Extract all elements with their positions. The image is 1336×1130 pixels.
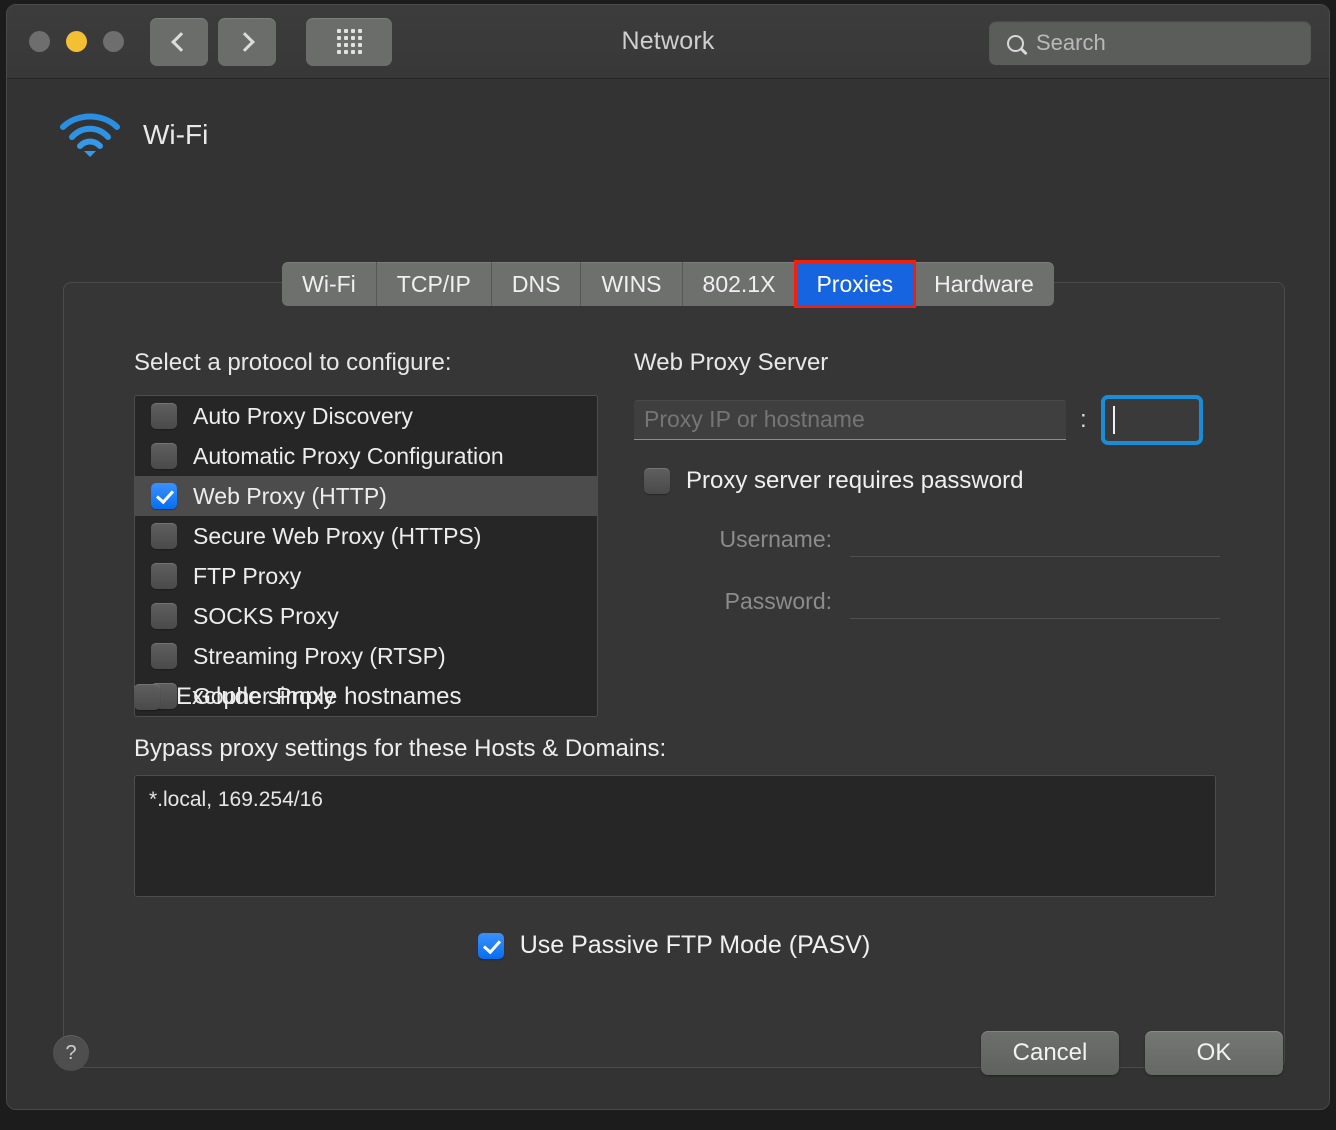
checkbox-proxy-requires-password[interactable]: [644, 468, 670, 494]
dialog-button-group: Cancel OK: [981, 1031, 1283, 1075]
toolbar-navigation-group: [150, 17, 392, 66]
username-label: Username:: [719, 525, 832, 552]
show-all-preferences-button[interactable]: [306, 17, 392, 66]
password-label: Password:: [724, 587, 832, 614]
protocol-row-streaming-proxy-rtsp[interactable]: Streaming Proxy (RTSP): [135, 636, 597, 676]
proxy-requires-password-label: Proxy server requires password: [686, 467, 1024, 494]
username-row: Username:: [634, 521, 1234, 557]
bypass-proxy-textarea[interactable]: [134, 775, 1216, 897]
tab-tcpip[interactable]: TCP/IP: [376, 262, 492, 306]
passive-ftp-row[interactable]: Use Passive FTP Mode (PASV): [64, 931, 1284, 960]
traffic-light-group: [29, 31, 124, 52]
checkbox-web-proxy-http[interactable]: [151, 483, 177, 509]
checkbox-exclude-simple-hostnames[interactable]: [134, 684, 160, 710]
checkbox-streaming-proxy-rtsp[interactable]: [151, 643, 177, 669]
checkbox-use-passive-ftp-mode[interactable]: [477, 932, 504, 959]
minimize-window-button[interactable]: [66, 31, 87, 52]
chevron-left-icon: [171, 31, 191, 52]
protocol-label: Automatic Proxy Configuration: [193, 442, 504, 469]
protocol-label: FTP Proxy: [193, 562, 302, 589]
web-proxy-server-heading: Web Proxy Server: [634, 349, 829, 376]
search-placeholder: Search: [1036, 30, 1106, 55]
search-field[interactable]: Search: [989, 21, 1311, 65]
proxy-port-input[interactable]: [1100, 395, 1203, 445]
checkbox-auto-proxy-discovery[interactable]: [151, 403, 177, 429]
host-port-separator: :: [1080, 406, 1087, 433]
protocol-label: Secure Web Proxy (HTTPS): [193, 522, 482, 549]
web-proxy-server-column: Web Proxy Server : Proxy server requires…: [634, 349, 1234, 619]
protocol-label: Web Proxy (HTTP): [193, 482, 387, 509]
proxies-settings-panel: Select a protocol to configure: Auto Pro…: [63, 282, 1285, 1068]
protocol-selection-column: Select a protocol to configure: Auto Pro…: [134, 349, 604, 717]
protocol-label: Auto Proxy Discovery: [193, 402, 413, 429]
zoom-window-button[interactable]: [103, 31, 124, 52]
window-body: Wi-Fi Wi-Fi TCP/IP DNS WINS 802.1X Proxi…: [7, 79, 1329, 1109]
protocol-row-web-proxy-http[interactable]: Web Proxy (HTTP): [135, 476, 597, 516]
proxy-server-address-row: :: [634, 395, 1234, 445]
protocol-list: Auto Proxy Discovery Automatic Proxy Con…: [134, 395, 598, 717]
tab-wifi[interactable]: Wi-Fi: [282, 262, 377, 306]
settings-tabbar: Wi-Fi TCP/IP DNS WINS 802.1X Proxies Har…: [7, 260, 1329, 308]
tab-dns[interactable]: DNS: [491, 262, 582, 306]
service-name: Wi-Fi: [143, 119, 209, 150]
close-window-button[interactable]: [29, 31, 50, 52]
network-preferences-window: Network Search Wi-Fi Wi-Fi TCP/IP DNS WI…: [6, 4, 1330, 1110]
passive-ftp-label: Use Passive FTP Mode (PASV): [519, 931, 871, 959]
back-button[interactable]: [150, 17, 208, 66]
tab-8021x[interactable]: 802.1X: [682, 262, 797, 306]
window-titlebar: Network Search: [7, 5, 1329, 79]
text-cursor: [1112, 406, 1115, 434]
protocol-row-secure-web-proxy-https[interactable]: Secure Web Proxy (HTTPS): [135, 516, 597, 556]
password-input: [850, 583, 1220, 619]
help-button[interactable]: ?: [53, 1035, 89, 1071]
protocol-row-auto-proxy-discovery[interactable]: Auto Proxy Discovery: [135, 396, 597, 436]
protocol-row-automatic-proxy-configuration[interactable]: Automatic Proxy Configuration: [135, 436, 597, 476]
cancel-button[interactable]: Cancel: [981, 1031, 1119, 1075]
dialog-footer: ? Cancel OK: [7, 997, 1329, 1109]
password-row: Password:: [634, 583, 1234, 619]
tab-wins[interactable]: WINS: [581, 262, 683, 306]
forward-button[interactable]: [218, 17, 276, 66]
show-all-grid-icon: [336, 29, 362, 54]
chevron-right-icon: [235, 31, 255, 52]
exclude-simple-hostnames-row[interactable]: Exclude simple hostnames: [134, 683, 461, 711]
proxy-requires-password-row[interactable]: Proxy server requires password: [644, 467, 1234, 495]
tab-proxies[interactable]: Proxies: [794, 260, 917, 308]
search-icon: [1007, 34, 1024, 52]
username-input: [850, 521, 1220, 557]
checkbox-ftp-proxy[interactable]: [151, 563, 177, 589]
tab-hardware[interactable]: Hardware: [914, 262, 1054, 306]
checkbox-automatic-proxy-configuration[interactable]: [151, 443, 177, 469]
checkbox-secure-web-proxy-https[interactable]: [151, 523, 177, 549]
checkbox-socks-proxy[interactable]: [151, 603, 177, 629]
protocol-row-ftp-proxy[interactable]: FTP Proxy: [135, 556, 597, 596]
wifi-icon: [60, 113, 120, 157]
protocol-label: Streaming Proxy (RTSP): [193, 642, 446, 669]
protocol-row-socks-proxy[interactable]: SOCKS Proxy: [135, 596, 597, 636]
protocol-label: SOCKS Proxy: [193, 602, 339, 629]
ok-button[interactable]: OK: [1145, 1031, 1283, 1075]
exclude-simple-hostnames-label: Exclude simple hostnames: [176, 683, 462, 710]
service-header: Wi-Fi: [29, 79, 1307, 165]
bypass-proxy-label: Bypass proxy settings for these Hosts & …: [134, 735, 667, 762]
proxy-host-input[interactable]: [634, 400, 1066, 440]
protocol-heading: Select a protocol to configure:: [134, 349, 452, 376]
